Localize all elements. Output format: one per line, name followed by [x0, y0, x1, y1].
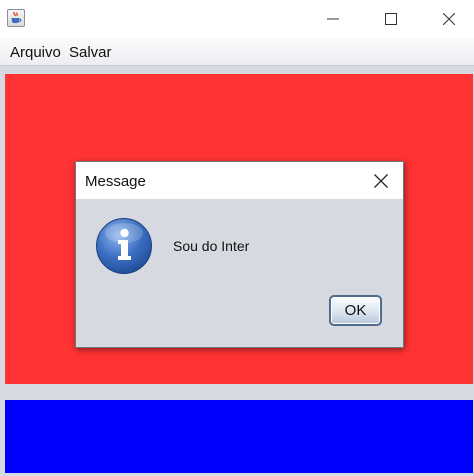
java-icon[interactable] — [7, 9, 25, 27]
minimize-button[interactable] — [310, 0, 356, 38]
minimize-icon — [327, 18, 339, 20]
dialog-title: Message — [85, 173, 146, 190]
menu-salvar[interactable]: Salvar — [69, 44, 112, 61]
dialog-titlebar: Message — [76, 162, 403, 199]
maximize-button[interactable] — [368, 0, 414, 38]
blue-panel — [5, 400, 473, 473]
message-dialog: Message Sou do Inter OK — [75, 161, 404, 348]
window-titlebar — [0, 0, 474, 38]
close-button[interactable] — [426, 0, 472, 38]
dialog-close-button[interactable] — [364, 166, 398, 196]
info-icon — [96, 218, 152, 274]
ok-button[interactable]: OK — [329, 295, 382, 326]
maximize-icon — [385, 13, 397, 25]
menubar: Arquivo Salvar — [0, 38, 474, 66]
dialog-message: Sou do Inter — [173, 238, 250, 254]
menu-arquivo[interactable]: Arquivo — [10, 44, 61, 61]
close-icon — [374, 174, 388, 188]
close-icon — [443, 13, 455, 25]
